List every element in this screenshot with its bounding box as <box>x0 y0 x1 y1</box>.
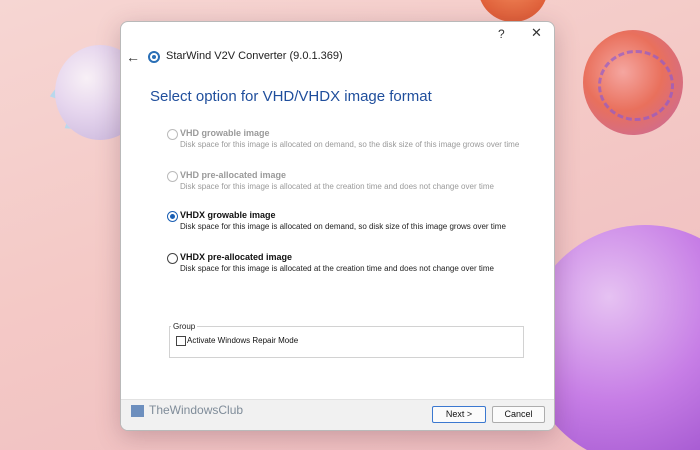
option-description: Disk space for this image is allocated o… <box>180 140 520 149</box>
group-title: Group <box>171 322 198 331</box>
page-heading: Select option for VHD/VHDX image format <box>150 88 432 105</box>
option-label: VHDX pre-allocated image <box>180 252 293 262</box>
starwind-logo-icon <box>148 51 160 63</box>
close-button[interactable]: ✕ <box>531 25 542 41</box>
title-bar: ← StarWind V2V Converter (9.0.1.369) ? ✕ <box>121 22 554 72</box>
radio-vhdx-preallocated[interactable] <box>167 253 178 264</box>
next-button[interactable]: Next > <box>432 406 486 423</box>
radio-vhdx-growable[interactable] <box>167 211 178 222</box>
planet-decoration-right <box>583 30 683 135</box>
option-description: Disk space for this image is allocated a… <box>180 182 494 191</box>
option-description: Disk space for this image is allocated a… <box>180 264 494 273</box>
repair-mode-label[interactable]: Activate Windows Repair Mode <box>187 336 298 345</box>
watermark-text: TheWindowsClub <box>149 403 244 417</box>
converter-dialog: ← StarWind V2V Converter (9.0.1.369) ? ✕… <box>120 21 555 431</box>
planet-decoration-top <box>478 0 548 22</box>
help-button[interactable]: ? <box>498 27 505 41</box>
radio-vhd-preallocated[interactable] <box>167 171 178 182</box>
option-label: VHD pre-allocated image <box>180 170 287 180</box>
option-label: VHD growable image <box>180 128 270 138</box>
option-label: VHDX growable image <box>180 210 276 220</box>
window-title: StarWind V2V Converter (9.0.1.369) <box>166 50 343 62</box>
repair-mode-checkbox[interactable] <box>176 336 186 346</box>
option-description: Disk space for this image is allocated o… <box>180 222 506 231</box>
radio-vhd-growable[interactable] <box>167 129 178 140</box>
windows-club-logo-icon <box>131 405 144 417</box>
back-arrow-icon[interactable]: ← <box>126 49 140 65</box>
cancel-button[interactable]: Cancel <box>492 406 545 423</box>
